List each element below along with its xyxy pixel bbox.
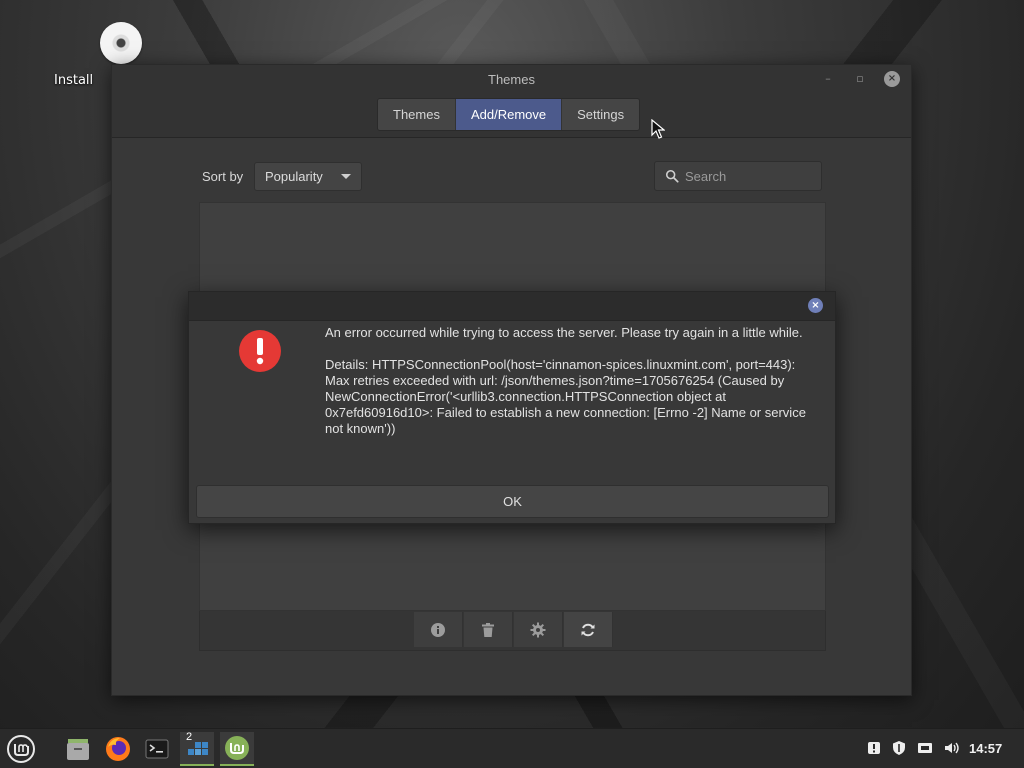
mint-logo-icon <box>225 736 249 760</box>
error-dialog: × An error occurred while trying to acce… <box>188 291 836 524</box>
shield-icon[interactable] <box>891 740 907 756</box>
info-icon <box>431 622 445 637</box>
firefox-icon <box>106 737 130 761</box>
tab-settings[interactable]: Settings <box>562 99 640 130</box>
error-details: Details: HTTPSConnectionPool(host='cinna… <box>325 357 806 436</box>
desktop-icon-install[interactable]: Install <box>54 22 182 88</box>
dialog-text: An error occurred while trying to access… <box>325 325 810 437</box>
mouse-cursor-icon <box>651 119 665 139</box>
workspace-number: 2 <box>186 731 193 743</box>
configure-button[interactable] <box>514 612 563 647</box>
sort-by-dropdown[interactable]: Popularity <box>254 162 362 191</box>
window-titlebar[interactable]: Themes – ▫ × Themes Add/Remove Settings <box>112 65 911 138</box>
trash-icon <box>482 622 494 637</box>
close-dialog-button[interactable]: × <box>808 298 823 313</box>
window-title: Themes <box>488 72 535 87</box>
dialog-titlebar[interactable]: × <box>189 292 835 321</box>
disc-icon <box>100 22 142 64</box>
mint-menu-icon <box>7 735 35 763</box>
gear-icon <box>530 622 546 637</box>
tab-bar: Themes Add/Remove Settings <box>377 98 641 131</box>
network-icon[interactable] <box>917 740 933 756</box>
uninstall-button[interactable] <box>464 612 513 647</box>
refresh-button[interactable] <box>564 612 613 647</box>
refresh-icon <box>581 623 595 636</box>
update-manager-icon[interactable] <box>866 740 882 756</box>
taskbar-terminal[interactable] <box>140 732 174 766</box>
error-icon <box>239 330 281 372</box>
ok-button[interactable]: OK <box>196 485 829 518</box>
volume-icon[interactable] <box>943 740 959 756</box>
taskbar-files[interactable] <box>61 732 95 766</box>
taskbar-firefox[interactable] <box>101 732 135 766</box>
chevron-down-icon <box>341 174 351 179</box>
search-field[interactable] <box>654 161 822 191</box>
error-message: An error occurred while trying to access… <box>325 325 803 340</box>
file-manager-icon <box>67 739 89 760</box>
maximize-button[interactable]: ▫ <box>852 71 868 87</box>
search-icon <box>665 169 679 183</box>
taskbar-workspace-switcher[interactable]: 2 <box>180 731 214 766</box>
start-menu-button[interactable] <box>4 732 38 766</box>
close-window-button[interactable]: × <box>884 71 900 87</box>
terminal-icon <box>145 739 169 759</box>
desktop-icon-label: Install <box>54 73 94 88</box>
clock[interactable]: 14:57 <box>969 741 1002 756</box>
sort-by-label: Sort by <box>202 169 244 184</box>
taskbar-themes-app[interactable] <box>220 732 254 766</box>
tab-add-remove[interactable]: Add/Remove <box>455 99 563 130</box>
minimize-button[interactable]: – <box>820 71 836 87</box>
search-input[interactable] <box>685 167 815 185</box>
taskbar: 2 14:57 <box>0 728 1024 768</box>
list-toolbar <box>199 611 826 651</box>
sort-by-value: Popularity <box>265 169 323 184</box>
info-button[interactable] <box>414 612 463 647</box>
tab-themes[interactable]: Themes <box>378 99 456 130</box>
